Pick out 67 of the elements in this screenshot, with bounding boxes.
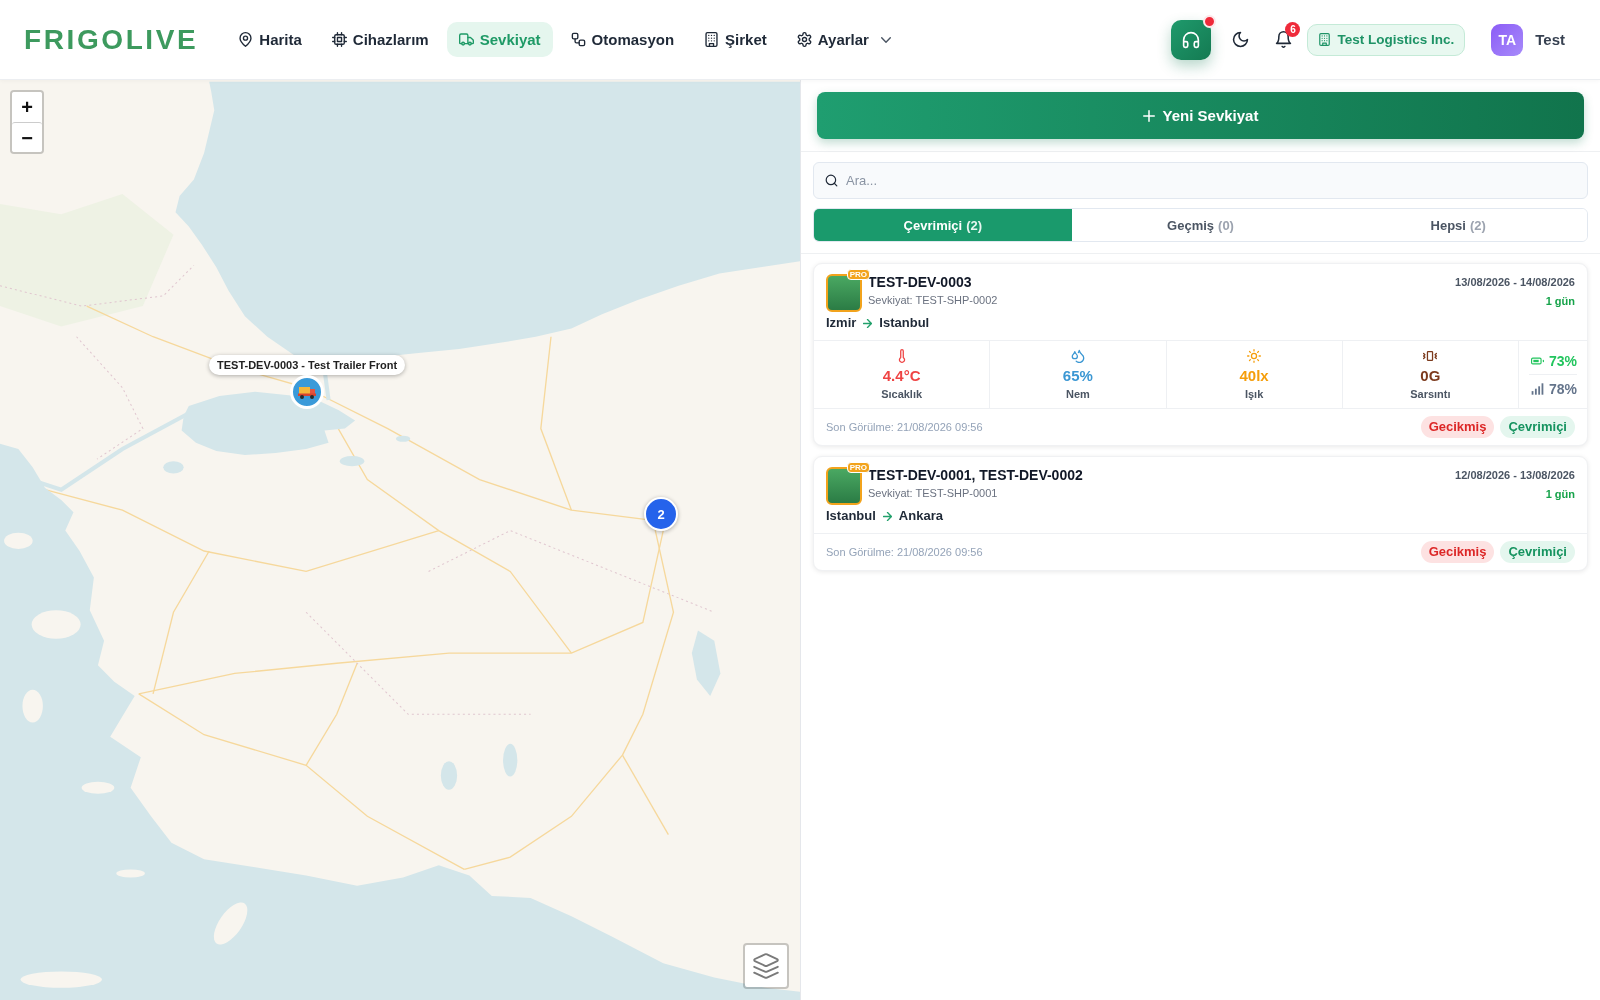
new-shipment-button[interactable]: Yeni Sevkiyat <box>817 92 1584 139</box>
shipment-id: Sevkiyat: TEST-SHP-0001 <box>868 487 999 500</box>
delayed-status: Gecikmiş <box>1420 416 1495 438</box>
delayed-status: Gecikmiş <box>1420 541 1495 563</box>
droplets-icon <box>1070 349 1085 363</box>
battery-icon <box>1530 354 1544 367</box>
search-field[interactable]: Ara... <box>813 162 1588 199</box>
nav-tab[interactable]: Otomasyon <box>558 22 687 57</box>
signal-bars-icon <box>1530 382 1544 395</box>
layers-button[interactable] <box>743 943 789 989</box>
duration: 1 gün <box>1544 295 1575 308</box>
search-icon <box>825 174 838 187</box>
shipment-id: Sevkiyat: TEST-SHP-0002 <box>868 294 999 307</box>
vibration-icon <box>1423 349 1438 363</box>
bell-icon <box>1275 31 1292 48</box>
headset-icon <box>1182 30 1201 49</box>
sensor-reading: 0G <box>1420 367 1441 385</box>
workflow-icon <box>570 32 586 47</box>
settings-icon <box>796 32 812 47</box>
device-names: TEST-DEV-0001, TEST-DEV-0002 <box>868 467 1084 484</box>
logo: FRIGOLIVE <box>24 23 199 56</box>
nav-tab[interactable]: Cihazlarım <box>319 22 441 57</box>
pro-badge: PRO <box>846 269 870 280</box>
online-status: Çevrimiçi <box>1500 416 1575 438</box>
date-range: 12/08/2026 - 13/08/2026 <box>1455 469 1575 482</box>
last-seen: Son Görülme: 21/08/2026 09:56 <box>826 546 983 558</box>
user-name[interactable]: Test <box>1535 31 1565 48</box>
origin-city: Izmir <box>826 315 857 331</box>
sensor-label: Sıcaklık <box>881 387 923 401</box>
sun-icon <box>1247 349 1262 363</box>
sensor-reading: 4.4°C <box>882 367 921 385</box>
destination-city: Ankara <box>898 508 943 524</box>
nav-tab[interactable]: Harita <box>226 22 314 57</box>
building-icon <box>704 32 720 47</box>
zoom-out-button[interactable]: − <box>12 122 42 152</box>
layers-icon <box>753 953 779 979</box>
origin-city: Istanbul <box>826 508 876 524</box>
sensor-label: Nem <box>1065 387 1090 401</box>
battery-level: 73% <box>1548 352 1577 369</box>
last-seen: Son Görülme: 21/08/2026 09:56 <box>826 421 983 433</box>
nav-tab[interactable]: Şirket <box>692 22 779 57</box>
chip-icon <box>331 32 347 47</box>
sensor-label: Sarsıntı <box>1410 387 1451 401</box>
online-status: Çevrimiçi <box>1500 541 1575 563</box>
pro-badge: PRO <box>846 462 870 473</box>
sensor-reading: 40lx <box>1239 367 1269 385</box>
building-icon <box>1318 33 1332 46</box>
marker-tooltip: TEST-DEV-0003 - Test Trailer Front <box>209 355 406 375</box>
plus-icon <box>1142 109 1155 122</box>
destination-city: Istanbul <box>879 315 930 331</box>
arrow-right-icon <box>863 318 873 328</box>
map-pin-icon <box>238 32 254 47</box>
sensor-reading: 65% <box>1062 367 1093 385</box>
duration: 1 gün <box>1544 488 1575 501</box>
company-selector[interactable]: Test Logistics Inc. <box>1307 23 1466 56</box>
device-names: TEST-DEV-0003 <box>868 274 973 291</box>
support-button[interactable] <box>1171 19 1212 60</box>
moon-icon <box>1232 31 1249 48</box>
chevron-down-icon <box>880 36 891 43</box>
signal-strength: 78% <box>1548 380 1577 397</box>
arrow-right-icon <box>882 511 892 521</box>
filter-tab[interactable]: Çevrimiçi (2) <box>814 209 1072 241</box>
date-range: 13/08/2026 - 14/08/2026 <box>1455 276 1575 289</box>
nav-tab[interactable]: Ayarlar <box>784 22 903 57</box>
notification-count: 6 <box>1285 21 1301 37</box>
truck-icon <box>458 32 474 47</box>
sensor-label: Işık <box>1244 387 1264 401</box>
